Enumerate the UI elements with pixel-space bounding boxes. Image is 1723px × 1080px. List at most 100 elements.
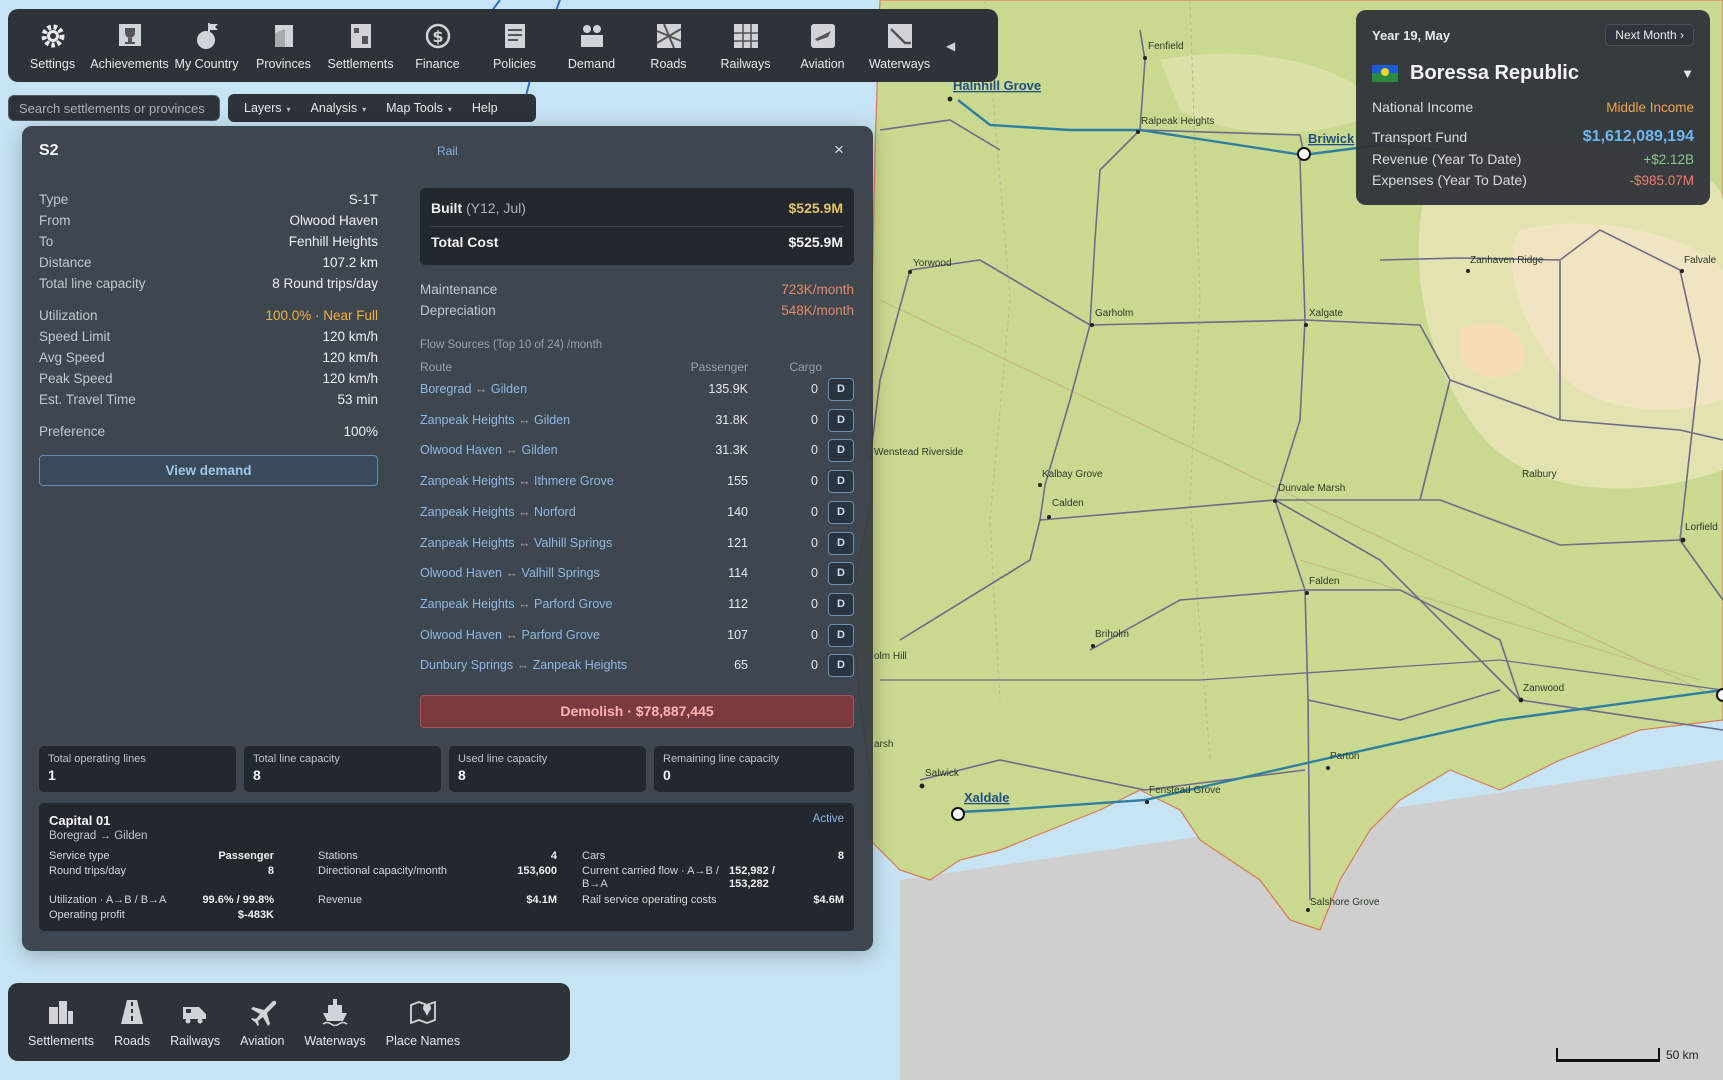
toolbar-roads[interactable]: Roads bbox=[630, 9, 707, 82]
country-name: Boressa Republic bbox=[1410, 62, 1579, 84]
demand-icon bbox=[580, 24, 603, 47]
toolbar-demand-label: Demand bbox=[567, 56, 616, 71]
stat-label: Remaining line capacity bbox=[663, 753, 780, 765]
stat-used-line-capacity: Used line capacity 8 bbox=[449, 746, 646, 792]
layer-place-names[interactable]: Place Names bbox=[376, 983, 470, 1061]
flow-demand-button[interactable]: D bbox=[828, 408, 854, 432]
detail-label: Speed Limit bbox=[39, 329, 111, 344]
toolbar-achievements[interactable]: Achievements bbox=[90, 9, 169, 82]
flow-demand-button[interactable]: D bbox=[828, 378, 854, 401]
close-icon[interactable]: × bbox=[834, 140, 844, 160]
flow-demand-button[interactable]: D bbox=[828, 439, 854, 463]
menu-help[interactable]: Help bbox=[462, 101, 508, 115]
layer-waterways-label: Waterways bbox=[304, 1033, 366, 1048]
service-line-card[interactable]: Capital 01 Boregrad → Gilden Active Serv… bbox=[39, 803, 854, 931]
stat-label: Used line capacity bbox=[458, 753, 548, 765]
flow-demand-button[interactable]: D bbox=[828, 623, 854, 647]
flow-route[interactable]: Zanpeak Heights ↔ Parford Grove bbox=[420, 597, 613, 611]
toolbar-provinces[interactable]: Provinces bbox=[245, 9, 322, 82]
flow-route[interactable]: Olwood Haven ↔ Valhill Springs bbox=[420, 566, 600, 580]
toolbar-my-country[interactable]: My Country bbox=[168, 9, 245, 82]
layer-waterways[interactable]: Waterways bbox=[294, 983, 375, 1061]
menu-analysis[interactable]: Analysis ▾ bbox=[301, 101, 377, 115]
menu-bar: Layers ▾ Analysis ▾ Map Tools ▾ Help bbox=[228, 94, 536, 122]
map-label-salshore-grove: Salshore Grove bbox=[1310, 897, 1380, 908]
flow-demand-button[interactable]: D bbox=[828, 654, 854, 678]
policies-icon bbox=[504, 23, 525, 48]
flow-destination: Valhill Springs bbox=[533, 535, 613, 550]
flow-route[interactable]: Zanpeak Heights ↔ Gilden bbox=[420, 413, 570, 427]
flow-route[interactable]: Zanpeak Heights ↔ Norford bbox=[420, 505, 576, 519]
detail-value: 100% bbox=[343, 424, 378, 439]
toolbar-waterways[interactable]: Waterways bbox=[861, 9, 938, 82]
toolbar-settlements-label: Settlements bbox=[327, 56, 394, 71]
map-label-ralpeak-heights: Ralpeak Heights bbox=[1141, 116, 1214, 127]
toolbar-collapse-button[interactable]: ◀ bbox=[946, 39, 955, 53]
toolbar-railways[interactable]: Railways bbox=[707, 9, 784, 82]
dir-capacity-label: Directional capacity/month bbox=[318, 865, 448, 877]
carried-flow-value-2: 153,282 bbox=[729, 878, 769, 890]
flow-route[interactable]: Boregrad ↔ Gilden bbox=[420, 382, 527, 396]
detail-value: Fenhill Heights bbox=[288, 234, 378, 249]
waterways-icon bbox=[887, 23, 912, 48]
dir-capacity-value: 153,600 bbox=[517, 865, 557, 877]
utilization-value: 100.0% · Near Full bbox=[265, 308, 378, 323]
view-demand-button[interactable]: View demand bbox=[39, 455, 378, 486]
stations-value: 4 bbox=[550, 850, 557, 862]
detail-utilization: Utilization 100.0% · Near Full bbox=[39, 308, 378, 323]
menu-layers[interactable]: Layers ▾ bbox=[234, 101, 301, 115]
flow-demand-button[interactable]: D bbox=[828, 531, 854, 555]
flow-demand-button[interactable]: D bbox=[828, 592, 854, 616]
layer-railways-label: Railways bbox=[170, 1033, 221, 1048]
flow-cargo: 0 bbox=[811, 382, 818, 396]
detail-label: Utilization bbox=[39, 308, 98, 323]
roads-layer-icon bbox=[121, 999, 144, 1024]
flow-destination: Valhill Springs bbox=[521, 566, 600, 581]
layer-roads[interactable]: Roads bbox=[104, 983, 160, 1061]
search-input[interactable] bbox=[8, 95, 220, 121]
flow-demand-button[interactable]: D bbox=[828, 470, 854, 494]
flow-route[interactable]: Olwood Haven ↔ Gilden bbox=[420, 443, 558, 457]
menu-map-tools[interactable]: Map Tools ▾ bbox=[376, 101, 462, 115]
flow-arrow: ↔ bbox=[518, 535, 531, 550]
toolbar-aviation[interactable]: Aviation bbox=[784, 9, 861, 82]
layer-aviation[interactable]: Aviation bbox=[230, 983, 294, 1061]
map-label-xaldale[interactable]: Xaldale bbox=[964, 790, 1010, 805]
flow-route[interactable]: Zanpeak Heights ↔ Ithmere Grove bbox=[420, 474, 614, 488]
flow-passenger: 107 bbox=[727, 627, 748, 642]
map-label-dunvale-marsh: Dunvale Marsh bbox=[1278, 483, 1345, 494]
service-line-name: Capital 01 bbox=[49, 813, 111, 828]
flow-passenger: 112 bbox=[728, 596, 748, 611]
flow-route[interactable]: Olwood Haven ↔ Parford Grove bbox=[420, 628, 600, 642]
stat-remaining-line-capacity: Remaining line capacity 0 bbox=[654, 746, 854, 792]
dollar-icon: $ bbox=[425, 23, 450, 48]
next-month-button[interactable]: Next Month › bbox=[1605, 24, 1694, 46]
map-label-ralbury: Ralbury bbox=[1522, 469, 1556, 480]
flow-demand-button[interactable]: D bbox=[828, 500, 854, 524]
trophy-icon bbox=[118, 23, 141, 46]
toolbar-settings[interactable]: Settings bbox=[14, 9, 91, 82]
country-dropdown-toggle[interactable]: ▼ bbox=[1681, 66, 1694, 81]
flow-passenger: 31.3K bbox=[715, 443, 748, 458]
flow-demand-button[interactable]: D bbox=[828, 562, 854, 586]
toolbar-finance[interactable]: $ Finance bbox=[399, 9, 476, 82]
map-label-briwick[interactable]: Briwick bbox=[1308, 131, 1355, 146]
toolbar-settlements[interactable]: Settlements bbox=[322, 9, 399, 82]
layer-settlements[interactable]: Settlements bbox=[18, 983, 104, 1061]
toolbar-demand[interactable]: Demand bbox=[553, 9, 630, 82]
airplane-icon bbox=[251, 1000, 277, 1026]
detail-speed-limit: Speed Limit 120 km/h bbox=[39, 329, 378, 344]
flow-route[interactable]: Zanpeak Heights ↔ Valhill Springs bbox=[420, 536, 612, 550]
flow-route[interactable]: Dunbury Springs ↔ Zanpeak Heights bbox=[420, 658, 627, 672]
map-scale-label: 50 km bbox=[1666, 1048, 1699, 1062]
flow-passenger: 65 bbox=[734, 658, 748, 673]
toolbar-policies[interactable]: Policies bbox=[476, 9, 553, 82]
maintenance-label: Maintenance bbox=[420, 282, 498, 297]
map-label-falvale: Falvale bbox=[1684, 255, 1717, 266]
operating-profit-value: $-483K bbox=[237, 909, 274, 921]
demolish-button[interactable]: Demolish · $78,887,445 bbox=[420, 695, 854, 728]
detail-label: Est. Travel Time bbox=[39, 392, 136, 407]
detail-label: Avg Speed bbox=[39, 350, 105, 365]
map-label-garholm: Garholm bbox=[1095, 308, 1133, 319]
layer-railways[interactable]: Railways bbox=[160, 983, 230, 1061]
